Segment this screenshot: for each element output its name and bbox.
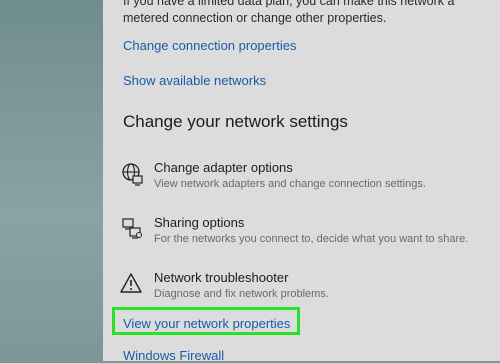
network-troubleshooter-title: Network troubleshooter: [154, 270, 289, 285]
sharing-options-item[interactable]: Sharing options For the networks you con…: [120, 215, 490, 251]
change-adapter-options-title: Change adapter options: [154, 160, 293, 175]
section-heading: Change your network settings: [123, 112, 348, 131]
network-troubleshooter-item[interactable]: Network troubleshooter Diagnose and fix …: [120, 270, 490, 306]
show-available-networks-link[interactable]: Show available networks: [123, 73, 266, 88]
change-adapter-options-desc: View network adapters and change connect…: [154, 178, 426, 190]
network-troubleshooter-desc: Diagnose and fix network problems.: [154, 288, 329, 300]
sharing-options-desc: For the networks you connect to, decide …: [154, 233, 469, 245]
adapter-icon: [120, 162, 146, 186]
metered-connection-text: If you have a limited data plan, you can…: [123, 0, 455, 25]
change-adapter-options-item[interactable]: Change adapter options View network adap…: [120, 160, 490, 196]
warning-icon: [120, 272, 146, 296]
change-connection-properties-link[interactable]: Change connection properties: [123, 38, 296, 53]
sharing-icon: [120, 217, 146, 241]
desktop-background: [0, 0, 103, 361]
highlight-box: [112, 307, 300, 335]
sharing-options-title: Sharing options: [154, 215, 245, 230]
